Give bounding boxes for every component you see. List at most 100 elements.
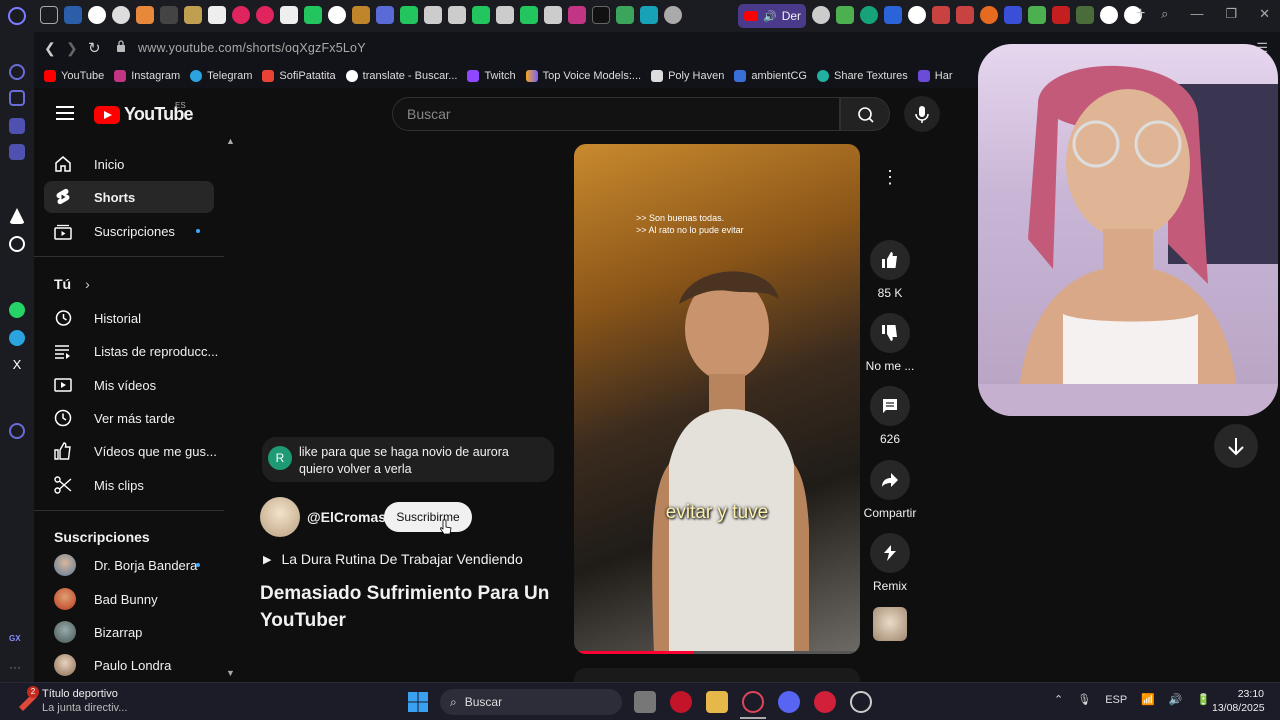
video-title[interactable]: Demasiado Sufrimiento Para Un YouTuber (260, 580, 560, 634)
active-tab[interactable]: 🔊 Der (738, 4, 806, 28)
task-view-icon[interactable] (634, 691, 656, 713)
tab-icon[interactable] (184, 6, 202, 24)
x-icon[interactable]: X (9, 357, 25, 373)
bookmark-har[interactable]: Har (917, 70, 953, 82)
sidebar-item-inicio[interactable]: Inicio (44, 148, 214, 180)
tab-icon[interactable] (520, 6, 538, 24)
sidebar-app-icon[interactable] (9, 144, 25, 160)
channel-avatar[interactable] (260, 497, 300, 537)
tab-icon[interactable] (208, 6, 226, 24)
sidebar-scroll-down-icon[interactable]: ▼ (226, 668, 235, 678)
volume-icon[interactable]: 🔊 (1169, 693, 1183, 706)
tab-icon[interactable] (956, 6, 974, 24)
hamburger-menu-icon[interactable] (56, 106, 74, 120)
gx-icon[interactable]: GX (9, 634, 25, 650)
opera-logo-icon[interactable] (8, 7, 26, 25)
tab-icon[interactable] (616, 6, 634, 24)
sidebar-app-icon[interactable] (9, 90, 25, 106)
search-input[interactable] (407, 106, 839, 122)
forward-icon[interactable]: ❯ (66, 40, 78, 57)
you-section-heading[interactable]: Tú › (54, 276, 90, 292)
sidebar-item-ver-mas-tarde[interactable]: Ver más tarde (44, 402, 214, 434)
tab-icon[interactable] (812, 6, 830, 24)
tab-icon[interactable] (1076, 6, 1094, 24)
discord-icon[interactable] (778, 691, 800, 713)
telegram-icon[interactable] (9, 330, 25, 346)
tab-icon[interactable] (112, 6, 130, 24)
app-icon[interactable] (814, 691, 836, 713)
tab-icon[interactable] (980, 6, 998, 24)
chevron-up-icon[interactable]: ⌃ (1054, 693, 1063, 706)
tab-icon[interactable] (64, 6, 82, 24)
search-button[interactable] (840, 97, 890, 131)
tab-icon[interactable] (88, 6, 106, 24)
tab-icon[interactable] (568, 6, 586, 24)
sound-thumbnail[interactable] (873, 607, 907, 641)
whatsapp-icon[interactable] (9, 302, 25, 318)
tab-icon[interactable] (884, 6, 902, 24)
history-clock-icon[interactable] (9, 423, 25, 439)
pinned-comment[interactable]: R like para que se haga novio de aurora … (262, 437, 554, 482)
tab-icon[interactable] (1004, 6, 1022, 24)
tab-icon[interactable] (232, 6, 250, 24)
tab-icon[interactable] (592, 6, 610, 24)
tab-icon[interactable] (160, 6, 178, 24)
tab-icon[interactable] (136, 6, 154, 24)
back-icon[interactable]: ❮ (44, 40, 56, 57)
short-video-player[interactable]: >> Son buenas todas. >> Al rato no lo pu… (574, 144, 860, 654)
tab-icon[interactable] (860, 6, 878, 24)
tab-icon[interactable] (256, 6, 274, 24)
reload-icon[interactable]: ↻ (88, 39, 101, 57)
microphone-icon[interactable]: 🎙 (1077, 693, 1091, 706)
subscription-item[interactable]: Dr. Borja Bandera (44, 549, 214, 581)
taskbar-search[interactable]: ⌕ Buscar (440, 689, 622, 715)
subscription-item[interactable]: Paulo Londra (44, 649, 214, 681)
dislike-button[interactable]: No me ... (866, 313, 914, 373)
maximize-icon[interactable]: ❐ (1225, 6, 1237, 22)
video-progress-bar[interactable] (574, 651, 860, 654)
tab-icon[interactable] (280, 6, 298, 24)
sidebar-scroll-up-icon[interactable]: ▲ (226, 136, 235, 146)
bookmark-poly-haven[interactable]: Poly Haven (651, 70, 724, 82)
tab-icon[interactable] (304, 6, 322, 24)
sidebar-item-mis-clips[interactable]: Mis clips (44, 469, 214, 501)
bookmark-instagram[interactable]: Instagram (114, 70, 180, 82)
sidebar-item-suscripciones[interactable]: Suscripciones (44, 215, 214, 247)
tab-icon[interactable] (1028, 6, 1046, 24)
tab-icon[interactable] (400, 6, 418, 24)
url-text[interactable]: www.youtube.com/shorts/oqXgzFx5LoY (138, 41, 366, 55)
speaker-icon[interactable]: 🔊 (763, 10, 777, 23)
channel-name[interactable]: @ElCromas (307, 509, 386, 525)
battery-icon[interactable]: 🔋 (1197, 693, 1211, 706)
sidebar-item-historial[interactable]: Historial (44, 302, 214, 334)
bookmark-gmail[interactable]: SofiPatatita (262, 70, 336, 82)
bookmark-translate[interactable]: translate - Buscar... (345, 70, 457, 82)
next-short-button[interactable] (1214, 424, 1258, 468)
sidebar-item-mis-videos[interactable]: Mis vídeos (44, 369, 214, 401)
tab-icon[interactable] (328, 6, 346, 24)
tab-icon[interactable] (40, 6, 58, 24)
tab-icon[interactable] (932, 6, 950, 24)
language-indicator[interactable]: ESP (1105, 694, 1127, 706)
tab-icon[interactable] (664, 6, 682, 24)
more-options-button[interactable]: ⋮ (870, 157, 910, 197)
subscription-item[interactable]: Bizarrap (44, 616, 214, 648)
news-title[interactable]: Título deportivo (42, 688, 118, 700)
sidebar-aria-icon[interactable] (9, 208, 25, 224)
sidebar-item-listas[interactable]: Listas de reproducc... (44, 335, 218, 367)
wifi-icon[interactable]: 📶 (1141, 693, 1155, 706)
bookmark-voice-models[interactable]: Top Voice Models:... (525, 70, 641, 82)
sidebar-app-icon[interactable] (9, 64, 25, 80)
close-icon[interactable]: ✕ (1259, 6, 1270, 22)
bookmark-ambientcg[interactable]: ambientCG (734, 70, 807, 82)
app-icon[interactable] (670, 691, 692, 713)
tab-icon[interactable] (424, 6, 442, 24)
tab-icon[interactable] (640, 6, 658, 24)
like-button[interactable]: 85 K (870, 240, 910, 300)
voice-search-button[interactable] (904, 96, 940, 132)
tab-icon[interactable] (376, 6, 394, 24)
news-subtitle[interactable]: La junta directiv... (42, 702, 127, 714)
bookmark-youtube[interactable]: YouTube (44, 70, 104, 82)
tab-icon[interactable] (544, 6, 562, 24)
tab-icon[interactable] (496, 6, 514, 24)
